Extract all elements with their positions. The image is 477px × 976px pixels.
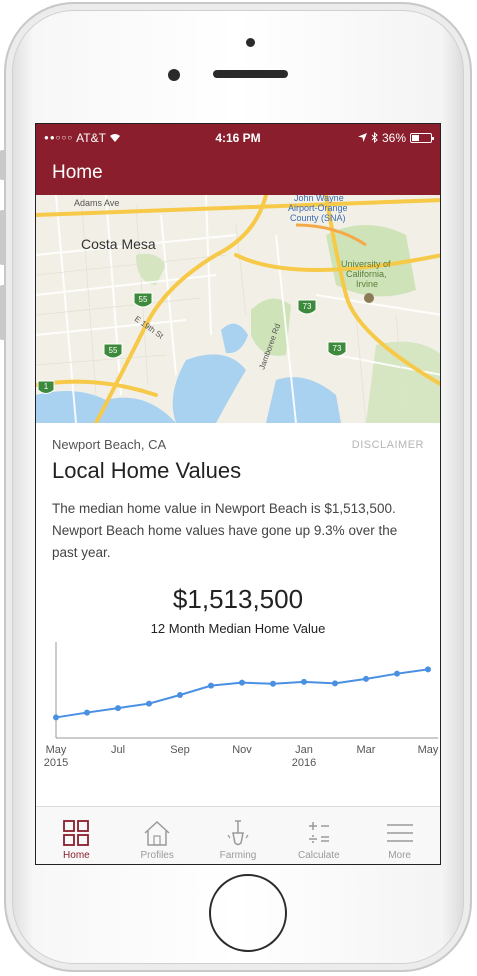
chart-point: [239, 679, 245, 686]
svg-text:73: 73: [303, 302, 312, 311]
house-icon: [144, 820, 170, 846]
highway-shield-73-a: 73: [297, 299, 317, 315]
chart-point: [270, 680, 276, 687]
tab-more[interactable]: More: [359, 807, 440, 864]
tab-label-farming: Farming: [219, 850, 257, 861]
tab-label-calculate: Calculate: [297, 850, 340, 861]
tab-label-more: More: [388, 850, 411, 861]
mute-switch: [0, 150, 5, 180]
app-screen: ●●○○○ AT&T 4:16 PM 36% Home Adams Ave Co…: [35, 123, 441, 865]
uci-marker-icon: [364, 293, 374, 303]
map-canvas: Adams Ave Costa Mesa John Wayne Airport-…: [36, 195, 440, 423]
map-label-uci-2: California,: [346, 269, 387, 279]
grid-icon: [63, 820, 90, 846]
tab-farming[interactable]: Farming: [198, 807, 279, 864]
volume-down-button: [0, 285, 5, 340]
volume-up-button: [0, 210, 5, 265]
map-label-airport-1: John Wayne: [294, 195, 344, 203]
chart-tick-label: Sep: [170, 744, 190, 756]
map-label-airport-3: County (SNA): [290, 213, 346, 223]
highway-shield-1: 1: [37, 380, 55, 394]
chart-tick-label: Jul: [111, 744, 125, 756]
front-camera: [246, 38, 255, 47]
location-row: Newport Beach, CA DISCLAIMER: [52, 437, 424, 452]
chart-point: [84, 709, 90, 716]
svg-text:55: 55: [109, 346, 118, 355]
chart-tick-label: Mar: [357, 744, 376, 756]
highway-shield-73-b: 73: [327, 341, 347, 357]
median-value: $1,513,500: [172, 584, 304, 614]
disclaimer-link[interactable]: DISCLAIMER: [352, 439, 424, 451]
chart-point: [394, 670, 400, 677]
highway-shield-55-a: 55: [133, 292, 153, 308]
map-label-uci-3: Irvine: [356, 279, 378, 289]
tab-home[interactable]: Home: [36, 807, 117, 864]
chart-point: [177, 692, 183, 698]
chart-point: [208, 682, 214, 689]
earpiece-speaker: [213, 70, 288, 78]
tab-calculate[interactable]: Calculate: [278, 807, 359, 864]
section-title: Local Home Values: [52, 458, 242, 483]
tab-profiles[interactable]: Profiles: [117, 807, 198, 864]
location-label: Newport Beach, CA: [52, 437, 167, 452]
chart-point: [301, 678, 307, 685]
chart-series-line: [55, 668, 429, 719]
chart-tick-label-year: 2015: [44, 757, 68, 769]
tab-label-profiles: Profiles: [140, 850, 174, 861]
chart-point: [425, 666, 431, 673]
description-text: The median home value in Newport Beach i…: [52, 501, 398, 560]
menu-icon: [386, 824, 413, 842]
chart-tick-label: Nov: [232, 744, 252, 756]
chart-point: [332, 680, 338, 687]
svg-text:1: 1: [44, 382, 49, 391]
calculator-icon: [308, 822, 329, 843]
nav-bar: Home: [36, 151, 440, 195]
chart-point: [363, 675, 369, 682]
highway-shield-55-b: 55: [103, 343, 123, 359]
content-area: Newport Beach, CA DISCLAIMER Local Home …: [36, 423, 440, 636]
chart-tick-label: May: [418, 744, 439, 756]
map-label-adams: Adams Ave: [74, 198, 119, 208]
chart-point: [53, 714, 59, 721]
home-button[interactable]: [209, 874, 287, 952]
chart-tick-label-year: 2016: [292, 757, 316, 769]
chart-point: [146, 700, 152, 707]
svg-text:73: 73: [333, 344, 342, 353]
svg-text:55: 55: [139, 295, 148, 304]
proximity-sensor: [168, 69, 180, 81]
shovel-icon: [227, 820, 249, 846]
status-time: 4:16 PM: [215, 130, 261, 145]
median-value-label: 12 Month Median Home Value: [150, 621, 326, 636]
map-view[interactable]: Adams Ave Costa Mesa John Wayne Airport-…: [36, 195, 440, 423]
tab-bar: Home Profiles Farming Calculate More: [36, 806, 440, 864]
chart-canvas: May2015Jul Sep Nov Jan2016Mar May: [44, 642, 439, 769]
chart-tick-label: Jan: [295, 744, 313, 756]
status-bar: ●●○○○ AT&T 4:16 PM 36%: [36, 124, 440, 151]
page-title: Home: [52, 162, 103, 183]
map-label-costa-mesa: Costa Mesa: [81, 236, 156, 252]
map-label-airport-2: Airport-Orange: [288, 203, 348, 213]
tab-label-home: Home: [63, 850, 90, 861]
chart-point: [115, 705, 121, 712]
map-label-uci-1: University of: [341, 259, 391, 269]
home-value-chart[interactable]: May 2015 Jul Sep Nov Jan 2016 Mar May: [36, 642, 440, 782]
battery-icon: [410, 132, 434, 143]
chart-tick-label: May: [46, 744, 67, 756]
